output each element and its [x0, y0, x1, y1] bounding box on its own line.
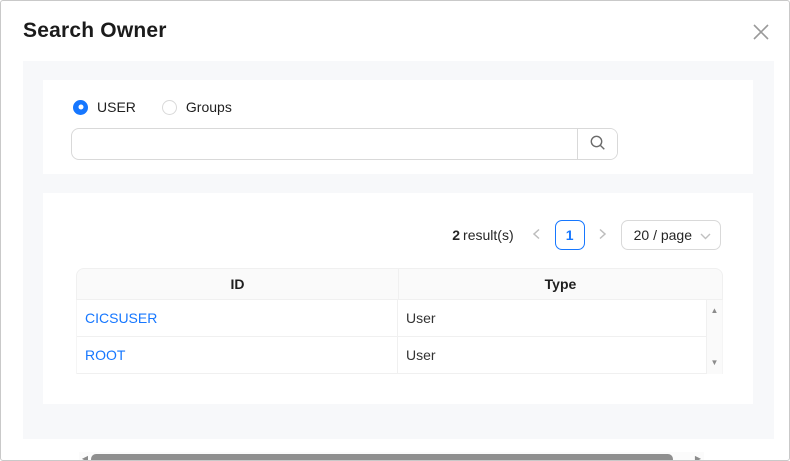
table-header: ID Type: [76, 268, 723, 300]
owner-id-link[interactable]: ROOT: [85, 347, 125, 363]
result-count: 2 result(s): [452, 227, 513, 243]
search-button[interactable]: [577, 129, 617, 159]
results-toolbar: 2 result(s) 1 20 / page: [452, 220, 721, 250]
scroll-left-icon[interactable]: ◀: [79, 455, 91, 461]
radio-groups-label: Groups: [185, 99, 232, 115]
chevron-down-icon: [700, 227, 711, 243]
radio-user-label: USER: [97, 99, 136, 115]
search-box: [71, 128, 618, 160]
close-icon: [752, 23, 770, 44]
search-icon: [589, 134, 607, 155]
result-count-label: result(s): [463, 227, 514, 243]
scroll-up-icon[interactable]: ▲: [711, 307, 719, 315]
type-cell: User: [406, 347, 436, 363]
close-button[interactable]: [749, 21, 773, 45]
table-row: CICSUSER User: [77, 300, 722, 337]
vertical-scrollbar[interactable]: ▲ ▼: [706, 300, 722, 374]
result-count-number: 2: [452, 227, 461, 243]
table-row: ROOT User: [77, 337, 722, 374]
search-owner-dialog: Search Owner USER Groups 2 result(s) 1 2…: [0, 0, 790, 461]
chevron-left-icon: [532, 228, 541, 243]
page-1-button[interactable]: 1: [554, 220, 585, 250]
page-size-value: 20 / page: [633, 227, 692, 243]
chevron-right-icon: [598, 228, 607, 243]
owner-type-radio-group: USER Groups: [73, 99, 232, 115]
column-header-type: Type: [544, 276, 577, 292]
search-input[interactable]: [72, 129, 577, 159]
search-panel: USER Groups: [43, 80, 753, 174]
dialog-title: Search Owner: [23, 19, 167, 42]
scroll-right-icon[interactable]: ▶: [692, 455, 704, 461]
radio-user[interactable]: USER: [73, 99, 136, 115]
horizontal-scrollbar[interactable]: ◀ ▶: [79, 452, 704, 461]
results-table: ID Type CICSUSER User ROOT User ▲ ▼ ◀ ▶: [76, 268, 723, 460]
dialog-content: USER Groups 2 result(s) 1 20 / page ID T…: [23, 61, 774, 460]
scroll-down-icon[interactable]: ▼: [711, 359, 719, 367]
horizontal-scrollbar-track[interactable]: [91, 452, 692, 460]
owner-id-link[interactable]: CICSUSER: [85, 310, 157, 326]
table-body: CICSUSER User ROOT User ▲ ▼: [76, 300, 723, 374]
radio-selected-icon: [73, 99, 88, 115]
id-cell: CICSUSER: [77, 300, 398, 336]
prev-page-button[interactable]: [528, 220, 546, 250]
page-size-select[interactable]: 20 / page: [620, 220, 721, 250]
radio-groups[interactable]: Groups: [161, 99, 232, 115]
type-cell: User: [406, 310, 436, 326]
column-header-id: ID: [77, 269, 399, 299]
results-panel: 2 result(s) 1 20 / page ID Type CICSUSER…: [43, 193, 753, 460]
radio-unselected-icon: [161, 99, 177, 115]
horizontal-scrollbar-thumb[interactable]: [91, 454, 673, 460]
next-page-button[interactable]: [594, 220, 612, 250]
id-cell: ROOT: [77, 337, 398, 373]
